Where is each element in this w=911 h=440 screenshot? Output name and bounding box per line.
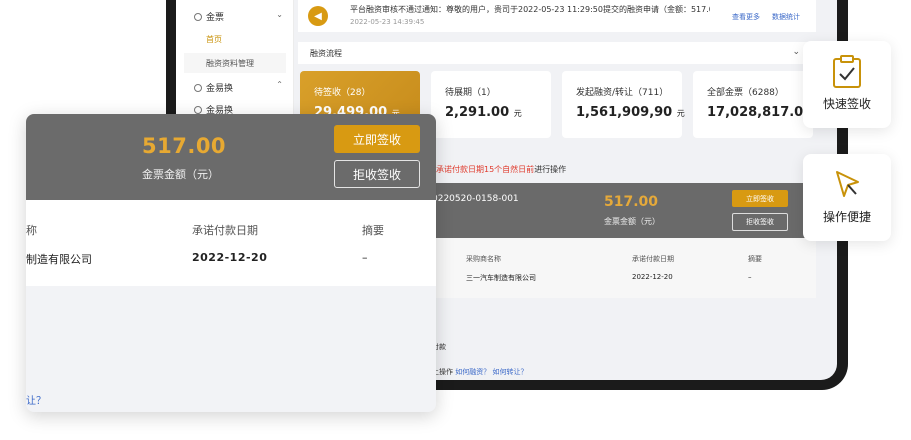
table-cell: 三一汽车制造有限公司	[466, 274, 536, 282]
ticket-detail-table: 称 承诺付款日期 摘要 制造有限公司 2022-12-20 –	[26, 200, 436, 286]
stat-label: 待签收（28）	[314, 88, 371, 98]
stat-card-finance-transfer[interactable]: 发起融资/转让（711） 1,561,909,90 元	[562, 71, 685, 138]
sidebar-item-jinyihuan[interactable]: 金易换	[194, 81, 233, 94]
stat-value: 1,561,909,90 元	[576, 105, 685, 120]
table-header: 承诺付款日期	[192, 224, 258, 237]
table-cell: 制造有限公司	[26, 253, 92, 266]
view-more-link[interactable]: 查看更多	[732, 12, 760, 22]
table-header: 摘要	[362, 224, 384, 237]
ticket-amount: 517.00	[604, 194, 659, 210]
tile-label: 快速签收	[822, 97, 871, 111]
help-links: 上操作 如何融资？ 如何转让？	[432, 368, 528, 376]
ticket-amount: 517.00	[142, 134, 227, 158]
how-to-transfer-link[interactable]: 让？	[26, 392, 46, 407]
ticket-amount-label: 金票金额（元）	[142, 168, 219, 181]
promo-stage: 金票 ⌄ 首页 融资资料管理 金易换 ⌃ 金易换 ◀ 平台融资审核不通过通知：尊…	[0, 0, 911, 440]
finance-flow-bar[interactable]: 融资流程 ⌄	[298, 42, 808, 64]
cursor-pointer-icon	[836, 171, 859, 197]
table-header: 称	[26, 224, 37, 237]
stat-label: 待展期（1）	[445, 88, 496, 98]
sign-now-button[interactable]: 立即签收	[334, 125, 420, 153]
ticket-card-header: 517.00 金票金额（元） 立即签收 拒收签收	[26, 114, 436, 200]
statistics-link[interactable]: 数据统计	[772, 12, 800, 22]
stat-card-all-tickets[interactable]: 全部金票（6288） 17,028,817.04 元	[693, 71, 825, 138]
reject-sign-button[interactable]: 拒收签收	[334, 160, 420, 188]
easy-operation-tile[interactable]: 操作便捷	[803, 154, 891, 241]
deadline-warning: 承诺付款日期15个自然日前进行操作	[436, 165, 567, 174]
sidebar-sub-finance[interactable]: 融资资料管理	[206, 58, 254, 69]
exchange-icon	[194, 83, 202, 92]
sidebar-sub-home[interactable]: 首页	[206, 34, 222, 45]
coin-icon	[194, 105, 202, 114]
notice-text: 平台融资审核不通过通知：尊敬的用户，贵司于2022-05-23 11:29:50…	[350, 5, 710, 14]
ticket-amount-label: 金票金额（元）	[604, 217, 660, 226]
table-header: 承诺付款日期	[632, 255, 674, 263]
table-cell: –	[362, 251, 368, 264]
quick-sign-tile[interactable]: 快速签收	[803, 41, 891, 128]
table-cell: 2022-12-20	[632, 273, 673, 281]
ticket-detail-table: 采购商名称 承诺付款日期 摘要 三一汽车制造有限公司 2022-12-20 –	[432, 238, 816, 298]
stat-label: 全部金票（6288）	[707, 88, 784, 98]
clipboard-check-icon	[833, 55, 861, 88]
reject-sign-button[interactable]: 拒收签收	[732, 213, 788, 231]
finance-flow-label: 融资流程	[310, 49, 342, 58]
sidebar-item-jinpiao[interactable]: 金票	[194, 10, 224, 23]
notice-bar: ◀ 平台融资审核不通过通知：尊敬的用户，贵司于2022-05-23 11:29:…	[298, 0, 816, 32]
ticket-code: 0220520-0158-001	[432, 194, 519, 204]
table-cell: 2022-12-20	[192, 251, 268, 264]
how-to-finance-link[interactable]: 如何融资？	[455, 368, 490, 376]
chevron-down-icon[interactable]: ⌄	[276, 10, 283, 19]
stat-label: 发起融资/转让（711）	[576, 88, 669, 98]
notice-time: 2022-05-23 14:39:45	[350, 18, 425, 26]
table-cell: –	[748, 273, 752, 281]
tile-label: 操作便捷	[822, 210, 871, 224]
table-header: 采购商名称	[466, 255, 501, 263]
stat-card-pending-extension[interactable]: 待展期（1） 2,291.00 元	[431, 71, 551, 138]
home-icon	[194, 12, 202, 21]
sidebar-item-label: 金易换	[206, 84, 234, 94]
zoomed-ticket-card: 517.00 金票金额（元） 立即签收 拒收签收 称 承诺付款日期 摘要 制造有…	[26, 114, 436, 412]
table-header: 摘要	[748, 255, 762, 263]
chevron-up-icon[interactable]: ⌃	[276, 80, 283, 89]
ticket-card-header: 0220520-0158-001 517.00 金票金额（元） 立即签收 拒收签…	[432, 183, 816, 238]
stat-value: 2,291.00 元	[445, 105, 522, 120]
sign-now-button[interactable]: 立即签收	[732, 190, 788, 207]
how-to-transfer-link[interactable]: 如何转让？	[492, 368, 527, 376]
sidebar-item-label: 金票	[206, 13, 225, 23]
chevron-down-icon[interactable]: ⌄	[792, 47, 800, 57]
megaphone-icon: ◀	[308, 6, 328, 26]
